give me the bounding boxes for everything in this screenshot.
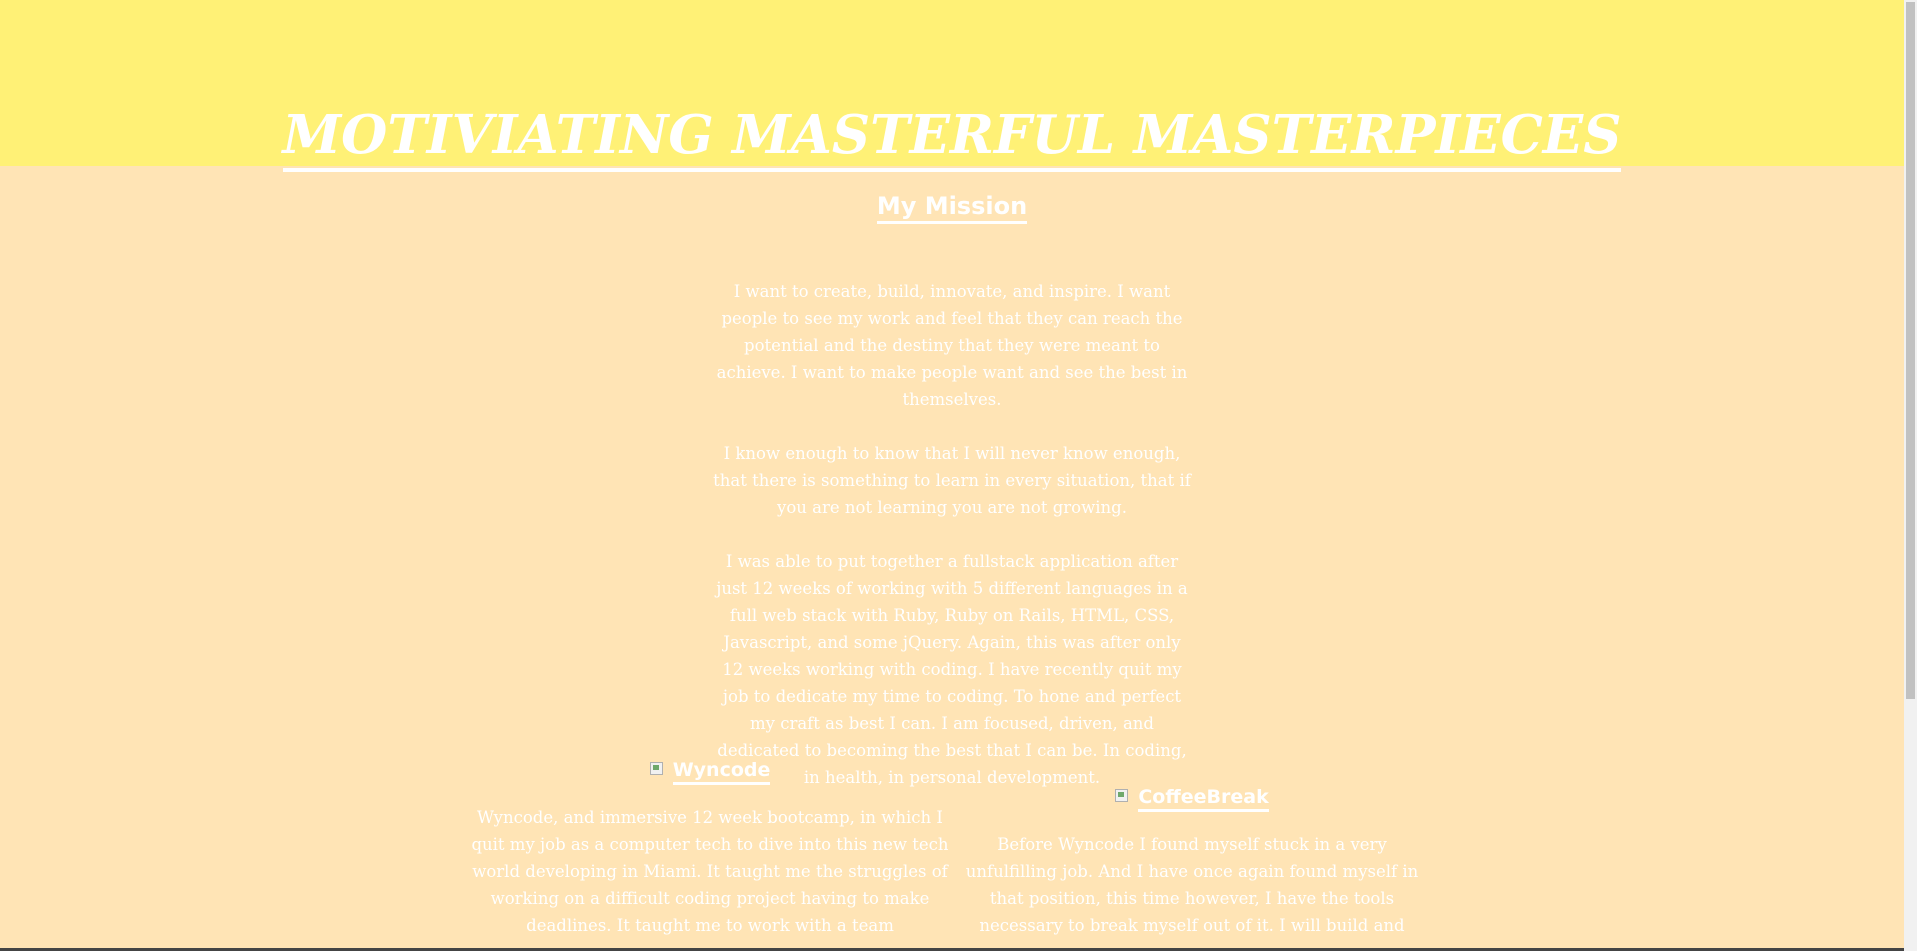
mission-paragraph: I was able to put together a fullstack a… xyxy=(716,552,1188,787)
project-wyncode: Wyncode Wyncode, and immersive 12 week b… xyxy=(470,756,950,939)
site-title: MOTIVIATING MASTERFUL MASTERPIECES xyxy=(0,100,1904,172)
project-description: Before Wyncode I found myself stuck in a… xyxy=(965,835,1419,935)
site-title-link[interactable]: MOTIVIATING MASTERFUL MASTERPIECES xyxy=(282,104,1622,172)
site-header: MOTIVIATING MASTERFUL MASTERPIECES xyxy=(0,0,1904,172)
scrollbar-thumb[interactable] xyxy=(1906,2,1915,699)
mission-heading-text: My Mission xyxy=(876,192,1028,224)
vertical-scrollbar[interactable] xyxy=(1904,0,1917,951)
coffeebreak-link[interactable]: CoffeeBreak xyxy=(1138,786,1269,812)
mission-paragraph: I know enough to know that I will never … xyxy=(713,444,1191,517)
broken-image-icon xyxy=(1115,789,1129,802)
project-heading: Wyncode xyxy=(470,756,950,792)
wyncode-link[interactable]: Wyncode xyxy=(672,759,771,785)
mission-paragraph: I want to create, build, innovate, and i… xyxy=(716,282,1188,409)
project-coffeebreak: CoffeeBreak Before Wyncode I found mysel… xyxy=(952,783,1432,939)
mission-section: I want to create, build, innovate, and i… xyxy=(712,278,1192,818)
broken-image-icon xyxy=(649,762,663,775)
project-description: Wyncode, and immersive 12 week bootcamp,… xyxy=(471,808,949,935)
page: MOTIVIATING MASTERFUL MASTERPIECES My Mi… xyxy=(0,0,1904,951)
mission-heading: My Mission xyxy=(0,188,1904,224)
project-heading: CoffeeBreak xyxy=(952,783,1432,819)
